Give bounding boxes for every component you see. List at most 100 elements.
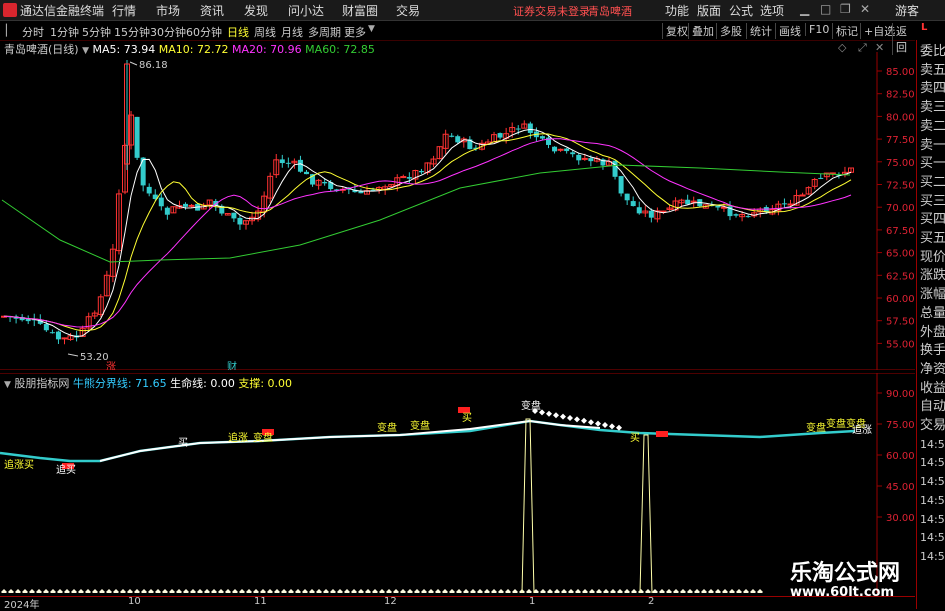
tool-tongji[interactable]: 统计 [746,23,772,39]
tool-diejia[interactable]: 叠加 [688,23,714,39]
period-30min[interactable]: 30分钟 [150,24,186,40]
period-fenshi[interactable]: 分时 [22,24,44,40]
candle-body [648,210,654,218]
diamond-marker [680,589,686,593]
period-weekly[interactable]: 周线 [254,24,276,40]
menu-gongshi[interactable]: 公式 [729,2,753,19]
candle-body [134,116,140,158]
restore-icon[interactable]: ❐ [840,2,851,16]
period-more[interactable]: 更多 [344,24,366,40]
tool-duogu[interactable]: 多股 [716,23,742,39]
sub-tick-label: 90.00 [886,389,915,400]
diamond-marker [574,416,580,423]
tool-huaxian[interactable]: 画线 [775,23,801,39]
diamond-marker [162,589,168,593]
period-toolbar: ▏ 分时 1分钟 5分钟 15分钟 30分钟 60分钟 日线 周线 月线 多周期… [0,21,915,55]
panel-field-label: 外盘 [920,324,945,340]
diamond-marker [645,589,651,593]
diamond-marker [309,589,315,593]
menu-hangqing[interactable]: 行情 [112,2,136,19]
period-60min[interactable]: 60分钟 [186,24,222,40]
indicator-chart[interactable]: 90.0075.0060.0045.0030.00 追涨买 追买买 追涨 变盘变盘 变盘… [0,373,915,593]
panel-field-label: 14:56 [920,437,945,451]
panel-l-label: L [921,22,928,33]
app-logo-icon [3,3,17,17]
tool-biaoji[interactable]: 标记 [832,23,858,39]
candle-body [733,214,739,216]
candle-body [527,123,533,133]
menu-gongneng[interactable]: 功能 [665,2,689,19]
candle-body [497,133,503,138]
diamond-marker [582,589,588,593]
panel-field-label: 委比 [920,44,945,59]
login-warning[interactable]: 证券交易未登录 [513,3,590,19]
diamond-marker [50,589,56,593]
diamond-marker [610,589,616,593]
more-chevron-icon[interactable]: ▼ [368,24,375,34]
diamond-marker [204,589,210,593]
tool-f10[interactable]: F10 [805,23,829,36]
price-tick-label: 60.00 [886,294,915,305]
diamond-marker [750,589,756,593]
diamond-marker [616,424,622,431]
period-daily[interactable]: 日线 [227,24,249,40]
diamond-marker [491,589,497,593]
period-5min[interactable]: 5分钟 [82,24,111,40]
signal-label: 追涨买 [4,458,34,471]
diamond-marker [456,589,462,593]
candle-body [624,193,630,201]
candle-body [552,146,558,152]
candle-body [618,176,624,194]
diamond-marker [57,589,63,593]
panel-field-label: 14:56 [920,531,945,545]
diamond-marker [736,589,742,593]
tool-fuquan[interactable]: 复权 [662,23,688,39]
menu-caifuquan[interactable]: 财富圈 [342,2,378,19]
tool-add-watchlist[interactable]: +自选 [860,23,895,39]
diamond-marker [29,589,35,593]
panel-field-label: 14:56 [920,475,945,489]
menu-jiaoyi[interactable]: 交易 [396,2,420,19]
close-icon[interactable]: ✕ [860,2,870,16]
panel-field-label: 交易 [920,418,945,433]
event-mark-zhang[interactable]: 涨 [106,361,116,370]
price-tick-label: 82.50 [886,90,915,101]
maximize-icon[interactable]: □ [820,2,831,16]
diamond-marker [302,589,308,593]
period-15min[interactable]: 15分钟 [114,24,150,40]
diamond-marker [351,589,357,593]
period-monthly[interactable]: 月线 [281,24,303,40]
diamond-marker [295,589,301,593]
diamond-marker [260,589,266,593]
diamond-marker [560,413,566,420]
diamond-marker [71,589,77,593]
candle-body [237,217,243,225]
panel-field-label: 买二 [920,174,945,190]
diamond-marker [120,589,126,593]
diamond-marker [190,589,196,593]
minimize-icon[interactable]: ▁ [800,2,809,16]
panel-field-label: 买四 [920,212,945,228]
event-mark-cai[interactable]: 财 [227,360,237,370]
diamond-marker [602,422,608,428]
period-1min[interactable]: 1分钟 [50,24,79,40]
panel-field-label: 自动 [920,399,945,415]
candle-body [279,159,285,164]
period-multi[interactable]: 多周期 [308,24,341,40]
signal-bar [521,418,535,593]
diamond-marker [113,589,119,593]
menu-xuanxiang[interactable]: 选项 [760,2,784,19]
price-tick-label: 70.00 [886,203,915,214]
candle-body [630,201,636,207]
signal-label: 买 [462,412,472,424]
candle-body [557,148,564,151]
menu-zixun[interactable]: 资讯 [200,2,224,19]
candle-body [799,194,806,197]
candlestick-chart[interactable]: 85.00 82.50 80.00 77.50 75.00 72.50 70.00 67.50… [0,40,915,370]
menu-wenxiaoda[interactable]: 问小达 [288,2,324,19]
menu-banmian[interactable]: 版面 [697,2,721,19]
guest-user[interactable]: 游客 [895,2,919,19]
menu-shichang[interactable]: 市场 [156,2,180,19]
menu-faxian[interactable]: 发现 [244,2,268,19]
candle-body [564,148,570,152]
